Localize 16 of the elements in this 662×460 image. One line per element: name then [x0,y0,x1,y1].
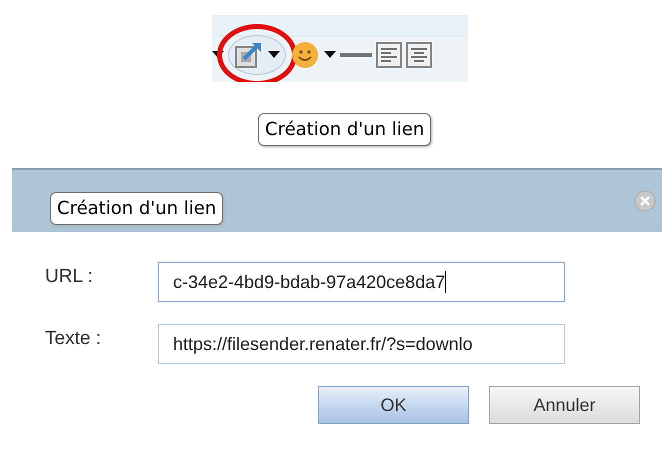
field-label: Texte : [45,328,102,350]
align-button[interactable] [406,42,432,68]
caret-icon [267,50,281,58]
ok-button[interactable]: OK [318,386,469,424]
cancel-button[interactable]: Annuler [489,386,640,424]
emoji-button[interactable] [290,40,320,70]
horizontal-rule-button[interactable] [340,52,372,58]
input-field[interactable]: https://filesender.renater.fr/?s=downlo [158,324,565,364]
input-field[interactable]: c-34e2-4bd9-bdab-97a420ce8da7 [158,262,565,302]
tooltip: Création d'un lien [258,113,432,146]
close-icon[interactable] [634,190,656,212]
align-button[interactable] [376,42,402,68]
tooltip: Création d'un lien [50,192,224,225]
dropdown-caret-icon[interactable] [212,50,224,58]
field-label: URL : [45,266,94,288]
dropdown-caret-icon[interactable] [324,50,336,58]
